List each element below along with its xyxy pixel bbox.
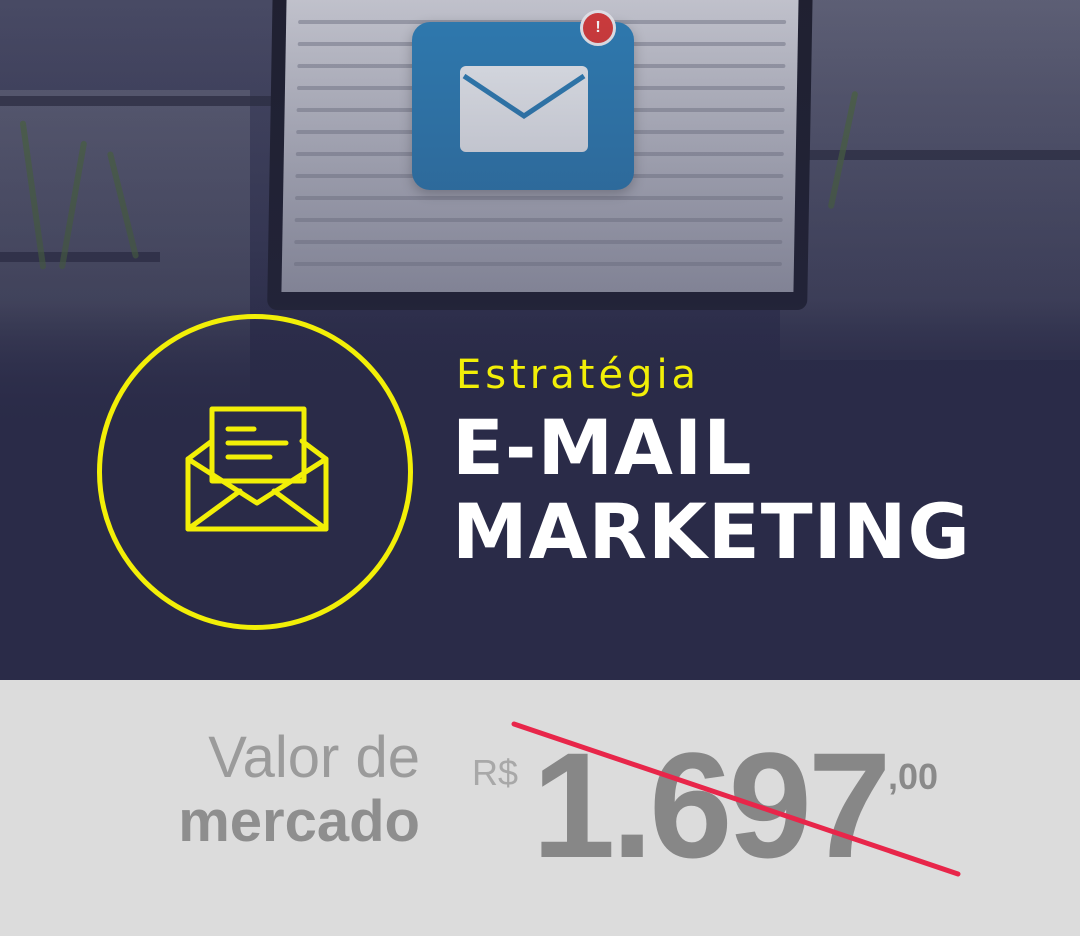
eyebrow-text: Estratégia [456, 352, 701, 398]
strikethrough-line [511, 721, 961, 877]
open-envelope-letter-icon [185, 406, 329, 532]
price-section: Valor de mercado R$ 1.697 ,00 [0, 680, 1080, 936]
email-icon-circle [97, 314, 413, 630]
market-label-line-1: Valor de [208, 725, 420, 790]
market-label-line-2: mercado [178, 789, 420, 854]
hero-banner: ! Estratégia E-MAIL MARKETING [0, 0, 1080, 680]
headline-line-1: E-MAIL [452, 403, 753, 492]
headline-line-2: MARKETING [452, 487, 971, 576]
market-value-label: Valor de mercado [178, 726, 420, 854]
